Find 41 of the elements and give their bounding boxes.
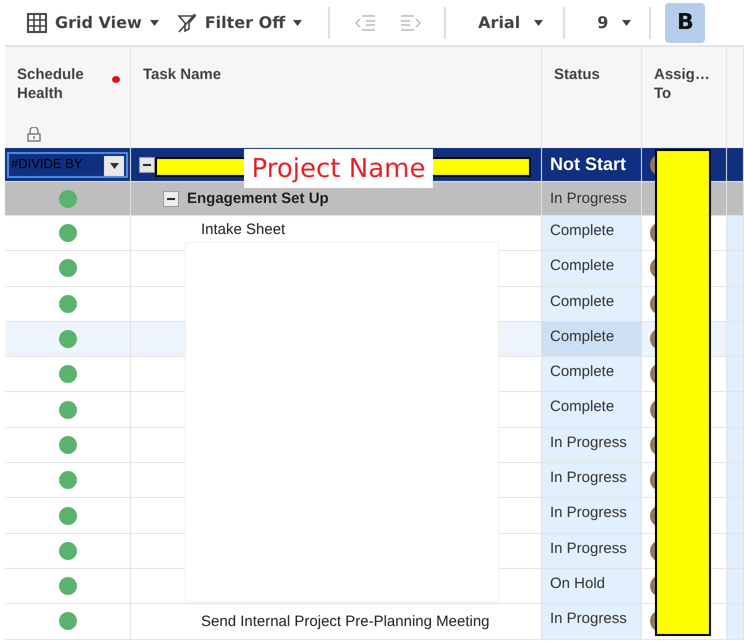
status-cell: In Progress bbox=[542, 463, 642, 498]
status-text: In Progress bbox=[549, 190, 627, 207]
column-title: Assig… To bbox=[654, 65, 711, 103]
indent-icon bbox=[400, 14, 422, 30]
status-cell: Complete bbox=[542, 286, 642, 321]
status-cell: Complete bbox=[542, 322, 642, 356]
outdent-icon bbox=[354, 14, 376, 30]
task-name: Intake Sheet bbox=[201, 221, 286, 238]
caret-icon bbox=[622, 20, 632, 26]
filter-off-icon bbox=[176, 12, 197, 32]
task-name: Send Internal Project Pre-Planning Meeting bbox=[201, 612, 490, 630]
status-text: Not Start bbox=[549, 154, 626, 175]
caret-icon bbox=[150, 20, 159, 26]
column-title: Schedule Health bbox=[17, 65, 85, 103]
lock-icon bbox=[27, 127, 41, 142]
caret-icon bbox=[534, 20, 544, 26]
status-cell: Complete bbox=[542, 357, 642, 392]
status-cell: On Hold bbox=[542, 568, 642, 604]
column-title: Task Name bbox=[143, 65, 222, 84]
collapse-icon[interactable] bbox=[163, 190, 179, 206]
collapse-icon[interactable] bbox=[139, 156, 155, 172]
bold-button[interactable]: B bbox=[665, 2, 706, 42]
grid-icon bbox=[27, 12, 47, 32]
error-value: #DIVIDE BY bbox=[11, 156, 83, 170]
status-cell: In Progress bbox=[542, 428, 642, 462]
project-name-label: Project Name bbox=[244, 149, 433, 188]
caret-icon bbox=[110, 162, 118, 168]
task-name: Engagement Set Up bbox=[187, 190, 329, 207]
font-dropdown[interactable]: Arial bbox=[478, 4, 554, 40]
column-title: Status bbox=[554, 65, 601, 84]
status-cell: Complete bbox=[542, 251, 642, 286]
status-cell: In Progress bbox=[542, 498, 642, 533]
status-cell: Complete bbox=[542, 392, 642, 427]
status-cell: In Progress bbox=[542, 534, 642, 568]
font-size-dropdown[interactable]: 9 bbox=[597, 4, 642, 40]
caret-icon bbox=[293, 20, 302, 26]
status-cell: In Progress bbox=[542, 604, 642, 639]
status-cell: Complete bbox=[542, 216, 642, 250]
dropdown-button[interactable] bbox=[104, 156, 124, 176]
filter-button[interactable]: Filter Off bbox=[176, 4, 312, 40]
grid-view-button[interactable]: Grid View bbox=[27, 4, 169, 40]
